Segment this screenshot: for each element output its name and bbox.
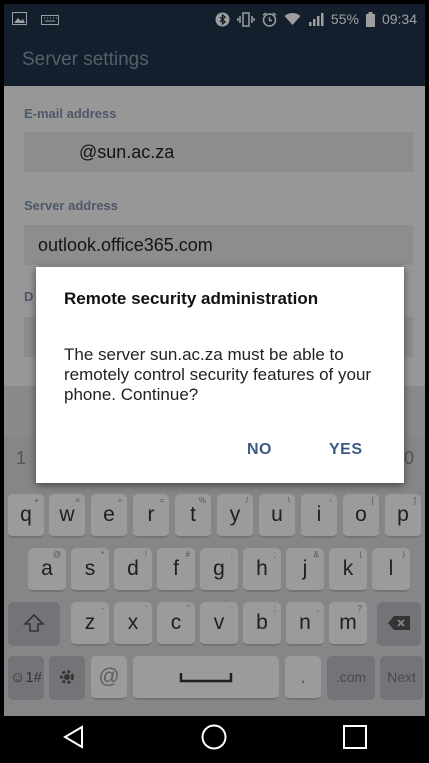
home-icon	[201, 724, 227, 750]
navigation-bar	[4, 716, 425, 763]
yes-button[interactable]: YES	[329, 441, 363, 459]
security-dialog: Remote security administration The serve…	[36, 267, 404, 483]
back-button[interactable]	[61, 724, 87, 755]
recents-button[interactable]	[342, 724, 368, 755]
home-button[interactable]	[200, 723, 228, 756]
dialog-message: The server sun.ac.za must be able to rem…	[64, 345, 372, 404]
no-button[interactable]: NO	[247, 441, 272, 459]
back-icon	[62, 725, 83, 749]
dialog-title: Remote security administration	[64, 289, 319, 308]
recents-icon	[343, 725, 368, 749]
